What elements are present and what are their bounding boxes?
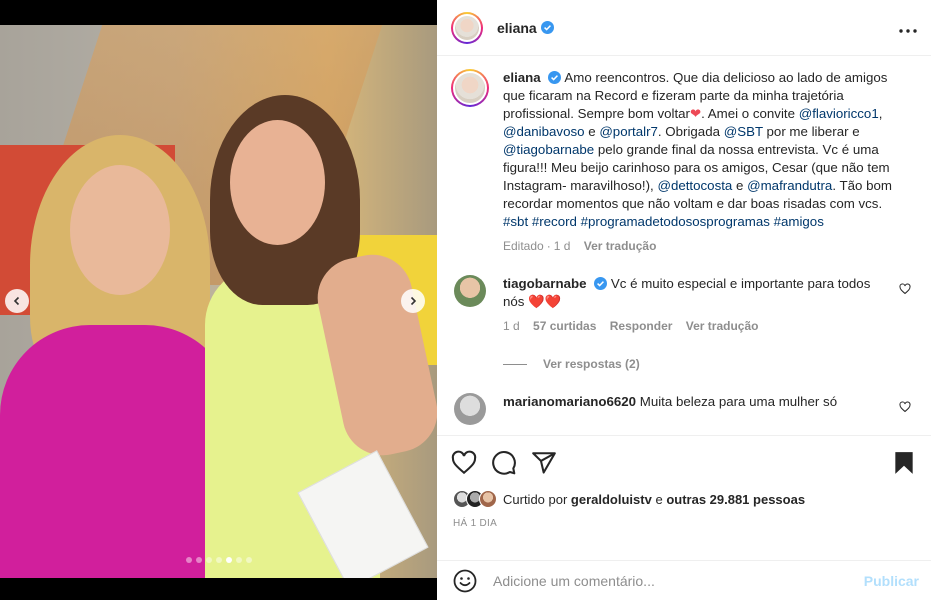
chevron-right-icon <box>410 296 417 306</box>
avatar[interactable] <box>454 275 486 307</box>
likes-others-link[interactable]: outras 29.881 pessoas <box>666 492 805 507</box>
comments-list[interactable]: eliana Amo reencontros. Que dia delicios… <box>437 57 931 434</box>
header-username[interactable]: eliana <box>497 20 537 36</box>
add-comment-bar: Publicar <box>437 560 931 600</box>
heart-icon[interactable] <box>899 401 911 413</box>
caption-link[interactable]: @portalr7 <box>599 124 658 139</box>
view-replies-button[interactable]: Ver respostas (2) <box>503 357 917 371</box>
comment-emoji: ❤️❤️ <box>528 294 562 309</box>
caption-body-text: Amo reencontros. Que dia delicioso ao la… <box>503 70 892 229</box>
publish-button[interactable]: Publicar <box>864 573 919 589</box>
carousel-dot <box>245 557 252 563</box>
likes-prefix: Curtido por <box>503 491 571 507</box>
photo-person <box>0 325 235 578</box>
heart-icon[interactable] <box>899 283 911 295</box>
caption-link[interactable]: @danibavoso <box>503 124 585 139</box>
caption-text: eliana Amo reencontros. Que dia delicios… <box>503 69 903 231</box>
caption-segment: , <box>878 106 883 121</box>
translate-link[interactable]: Ver tradução <box>686 319 759 333</box>
carousel-dot <box>215 557 222 563</box>
caption-link[interactable]: @mafrandutra <box>747 178 832 193</box>
carousel-indicator <box>0 557 437 563</box>
comment-input[interactable] <box>493 572 864 589</box>
post-timestamp[interactable]: HÁ 1 DIA <box>437 508 931 529</box>
share-icon[interactable] <box>531 450 557 476</box>
caption-link[interactable]: @dettocosta <box>657 178 732 193</box>
more-options-button[interactable] <box>899 17 917 38</box>
comment-username[interactable]: tiagobarnabe <box>503 276 587 291</box>
heart-emoji: ❤ <box>689 106 702 121</box>
edited-label: Editado <box>503 239 544 253</box>
liker-username[interactable]: geraldoluistv <box>571 492 652 507</box>
carousel-dot <box>205 557 212 563</box>
avatar[interactable] <box>451 11 483 44</box>
list-item: tiagobarnabe Vc é muito especial e impor… <box>451 275 917 333</box>
comment-meta: 1 d 57 curtidas Responder Ver tradução <box>503 319 893 333</box>
photo-person <box>230 120 325 245</box>
comment-username[interactable]: marianomariano6620 <box>503 394 636 409</box>
caption-link[interactable]: #record <box>532 214 577 229</box>
caption-segment: e <box>584 124 600 139</box>
likes-middle: e <box>651 491 667 507</box>
comment-age[interactable]: 1 d <box>503 319 520 333</box>
post-actions: Curtido por geraldoluistv e outras 29.88… <box>437 435 931 553</box>
post-panel: eliana eliana Amo reencontros. Que dia d… <box>437 0 931 600</box>
caption-link[interactable]: #amigos <box>774 214 824 229</box>
liker-avatars <box>453 490 497 508</box>
avatar <box>479 490 497 508</box>
verified-badge-icon <box>548 71 562 84</box>
caption-link[interactable]: @tiagobarnabe <box>503 142 594 157</box>
post-header: eliana <box>437 0 931 56</box>
caption-link[interactable]: #programadetodososprogramas <box>581 214 770 229</box>
chevron-left-icon <box>13 296 20 306</box>
comment-icon[interactable] <box>491 450 517 476</box>
reply-button[interactable]: Responder <box>610 319 673 333</box>
caption-segment: . Amei o convite <box>701 106 799 121</box>
bookmark-icon[interactable] <box>891 450 917 476</box>
carousel-prev-button[interactable] <box>5 289 29 313</box>
caption-meta: Editado · 1 d Ver tradução <box>503 239 657 253</box>
comment-likes[interactable]: 57 curtidas <box>533 319 596 333</box>
avatar[interactable] <box>451 69 489 107</box>
more-icon <box>899 29 917 33</box>
view-replies-label: Ver respostas (2) <box>543 357 640 371</box>
caption-age[interactable]: 1 d <box>554 239 571 253</box>
carousel-dot <box>185 557 192 563</box>
photo-person <box>70 165 170 295</box>
emoji-icon[interactable] <box>453 569 477 593</box>
avatar[interactable] <box>454 393 486 425</box>
caption-segment: por me liberar e <box>762 124 860 139</box>
carousel-dot <box>235 557 242 563</box>
translate-link[interactable]: Ver tradução <box>584 239 657 253</box>
list-item: marianomariano6620 Muita beleza para uma… <box>451 393 917 425</box>
caption-segment: . Obrigada <box>657 124 724 139</box>
carousel-dot <box>225 557 232 563</box>
carousel-dot <box>195 557 202 563</box>
heart-icon[interactable] <box>451 450 477 476</box>
post-photo[interactable] <box>0 25 437 578</box>
comment-text: Muita beleza para uma mulher só <box>639 394 838 409</box>
caption-username[interactable]: eliana <box>503 70 541 85</box>
caption-link[interactable]: @flavioricco1 <box>799 106 879 121</box>
caption-link[interactable]: @SBT <box>724 124 763 139</box>
verified-badge-icon <box>540 21 554 34</box>
verified-badge-icon <box>594 277 608 290</box>
caption-segment: e <box>732 178 748 193</box>
carousel-next-button[interactable] <box>401 289 425 313</box>
media-viewer <box>0 0 437 600</box>
likes-summary: Curtido por geraldoluistv e outras 29.88… <box>437 476 931 508</box>
caption: eliana Amo reencontros. Que dia delicios… <box>451 69 917 253</box>
caption-link[interactable]: #sbt <box>503 214 528 229</box>
